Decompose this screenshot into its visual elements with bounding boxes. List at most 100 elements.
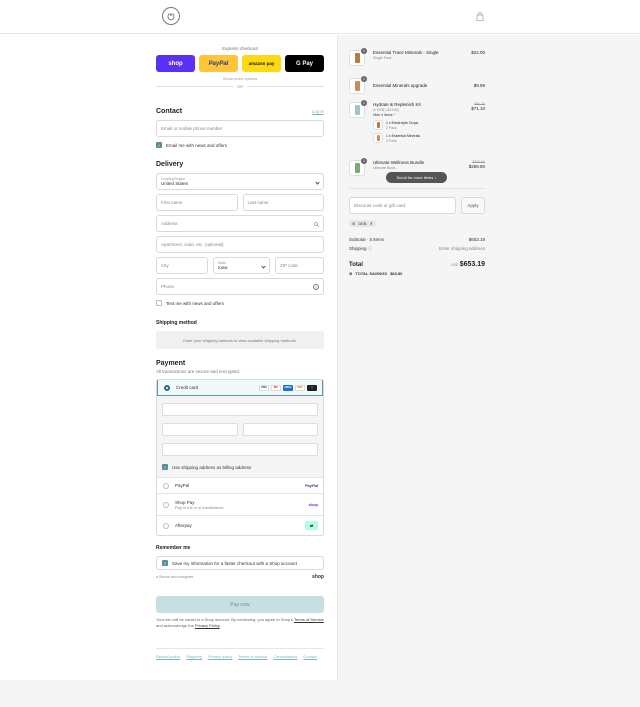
security-code-field[interactable] [242,423,318,436]
paypal-label: PayPal [175,483,190,488]
subtotal-label: Subtotal · 5 items [349,237,385,242]
terms-link[interactable]: Terms of Service [294,617,324,622]
apartment-field[interactable]: Apartment, suite, etc. (optional) [156,236,324,253]
more-cards-icon: + [307,384,317,391]
privacy-link[interactable]: Privacy Policy [195,623,220,628]
address-field[interactable]: Address [156,215,324,232]
save-info-option[interactable]: ✓ Save my information for a faster check… [156,556,324,570]
state-value: Iowa [218,265,228,270]
use-shipping-label: Use shipping address as billing address [172,464,252,470]
savings-value: $68.80 [390,271,403,276]
item-name: Ultimate Wellness Bundle [373,160,425,165]
refund-policy-link[interactable]: Refund policy [156,654,180,659]
city-field[interactable]: City [156,257,208,274]
email-field[interactable]: Email or mobile phone number [156,120,324,137]
credit-card-label: Credit card [176,385,199,390]
remember-heading: Remember me [156,545,191,551]
shop-pay-radio[interactable] [163,501,169,508]
hide-items-toggle[interactable]: Hide 4 items ^ [373,113,471,117]
email-news-label: Email me with news and offers [166,142,227,148]
paypal-logo: PayPal [304,483,318,488]
terms-of-service-link[interactable]: Terms of service [238,654,267,659]
contact-link[interactable]: Contact [303,654,317,659]
item-price: $71.10 [471,106,485,111]
card-number-field[interactable] [162,403,318,416]
text-news-checkbox[interactable] [156,300,162,306]
chevron-down-icon [315,180,320,185]
scroll-for-more-tooltip[interactable]: Scroll for more items ↓ [386,172,447,183]
shipping-link[interactable]: Shipping [186,654,202,659]
afterpay-label: Afterpay [175,523,192,528]
zip-field[interactable]: ZIP code [275,257,324,274]
subtotal-value: $653.19 [468,237,485,242]
country-select[interactable]: Country/Region United States [156,173,324,190]
paypal-button[interactable]: PayPal [199,55,238,72]
payment-subtitle: All transactions are secure and encrypte… [156,369,241,374]
quantity-badge: 1 [361,76,367,82]
google-pay-button[interactable]: G Pay [285,55,324,72]
store-logo[interactable] [162,7,180,25]
discount-chip: ⊘ DEB ✕ [349,220,376,227]
item-name: Essential Minerals upgrade [373,83,428,88]
afterpay-option[interactable]: Afterpay ⇄ [157,515,323,535]
paypal-radio[interactable] [163,482,169,489]
phone-field[interactable]: Phone ? [156,278,324,295]
visa-icon: VISA [259,384,269,391]
cart-bag-icon[interactable] [476,12,484,21]
help-icon[interactable]: ⓘ [368,246,373,251]
cart-item: 1 Essential Minerals upgrade $9.99 [349,76,485,94]
total-label: Total [349,262,363,268]
login-link[interactable]: Log in [312,109,324,114]
discount-code-field[interactable]: Discount code or gift card [349,197,456,214]
email-news-checkbox[interactable]: ✓ [156,142,162,148]
product-image: 1 [349,100,367,118]
discount-section: Discount code or gift card Apply ⊘ DEB ✕ [349,197,485,227]
shop-pay-option[interactable]: Shop Pay Pay in full or in installments … [157,493,323,515]
privacy-policy-link[interactable]: Privacy policy [208,654,232,659]
pay-now-area: Pay now Your info will be saved to a Sho… [156,596,324,629]
secure-note: ● Secure and encrypted [156,575,193,579]
last-name-field[interactable]: Last name [242,194,324,211]
credit-card-option[interactable]: Credit card VISA MC AMEX DISC + [157,380,323,396]
expiration-field[interactable] [162,423,238,436]
contact-section: Contact Log in Email or mobile phone num… [156,108,324,148]
remember-section: Remember me ✓ Save my information for a … [156,545,324,580]
pay-now-button[interactable]: Pay now [156,596,324,613]
secure-label: Secure and encrypted [159,575,194,579]
show-more-options-link[interactable]: Show more options [156,76,324,81]
name-on-card-field[interactable] [162,443,318,456]
bundle-sub-item: 1 x Electrolyte Drops 2 Pack [373,120,471,130]
afterpay-radio[interactable] [163,522,169,529]
fine-print: Your info will be saved to a Shop accoun… [156,617,324,629]
tooltip-label: Scroll for more items [396,175,434,180]
shipping-method-placeholder: Enter your shipping address to view avai… [156,331,324,349]
apply-button[interactable]: Apply [461,197,485,214]
sub-item-variant: 2 Pack [386,138,397,143]
payment-heading: Payment [156,360,186,367]
search-icon [314,222,319,227]
help-icon[interactable]: ? [313,284,319,290]
first-name-field[interactable]: First name [156,194,238,211]
save-info-checkbox[interactable]: ✓ [162,560,168,566]
shop-pay-button[interactable]: shop [156,55,195,72]
paypal-option[interactable]: PayPal PayPal [157,477,323,493]
hide-items-label: Hide 4 items [373,113,393,117]
amazon-pay-button[interactable]: amazon pay [242,55,281,72]
use-shipping-checkbox[interactable]: ✓ [162,464,168,470]
product-image [373,133,383,143]
country-value: United States [161,181,189,186]
address-placeholder: Address [161,221,178,226]
remove-icon[interactable]: ✕ [370,221,373,226]
item-variant: Single Pack [373,56,392,60]
tag-icon: ⊘ [373,108,376,112]
cancellations-link[interactable]: Cancellations [273,654,297,659]
cart-divider [349,188,485,189]
item-price: $24.00 [471,50,485,55]
state-select[interactable]: State Iowa [213,257,270,274]
order-summary: Subtotal · 5 items $653.19 Shipping ⓘ Ente… [349,237,485,276]
shop-pay-logo: shop [308,502,318,507]
credit-card-radio[interactable] [164,384,170,391]
policy-links: Refund policy Shipping Privacy policy Te… [156,648,324,659]
tag-icon: ⊘ [349,271,353,276]
savings-label: TOTAL SAVINGS [355,271,388,276]
